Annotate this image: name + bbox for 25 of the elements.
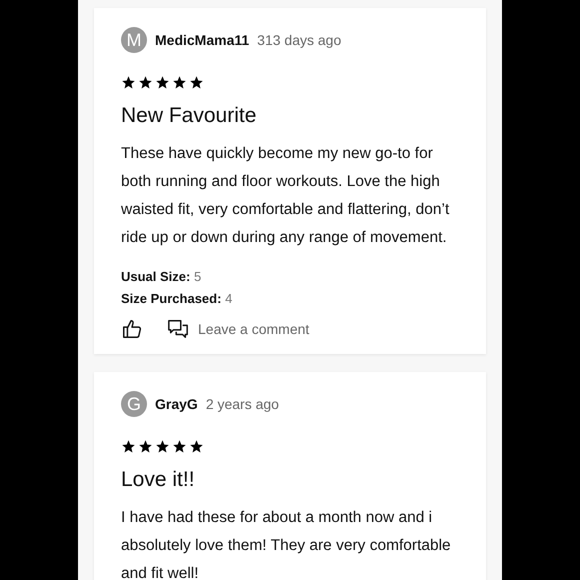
star-icon	[172, 439, 187, 454]
review-title: New Favourite	[121, 104, 258, 128]
size-detail: Usual Size: 5	[121, 268, 202, 286]
avatar: M	[121, 27, 147, 53]
thumbs-up-icon[interactable]	[121, 318, 143, 340]
review-title: Love it!!	[121, 468, 196, 492]
review-time: 2 years ago	[206, 396, 279, 412]
speech-bubbles-icon	[167, 318, 189, 340]
author-name: MedicMama11	[155, 32, 250, 48]
avatar: G	[121, 391, 147, 417]
review-text: I have had these for about a month now and i absolutely love them! They are very comfortable and fit well!	[121, 508, 452, 580]
review-time: 313 days ago	[257, 32, 342, 48]
author-name: GrayG	[155, 396, 198, 412]
star-icon	[121, 75, 136, 90]
star-icon	[189, 75, 204, 90]
star-icon	[138, 75, 153, 90]
star-icon	[189, 439, 204, 454]
star-icon	[155, 439, 170, 454]
size-detail: Size Purchased: 4	[121, 290, 234, 308]
star-icon	[155, 75, 170, 90]
star-icon	[121, 439, 136, 454]
leave-comment-button[interactable]: Leave a comment	[167, 318, 310, 340]
star-icon	[138, 439, 153, 454]
star-icon	[172, 75, 187, 90]
review-text: These have quickly become my new go-to for both running and floor workouts. Love the high waisted fit, very comfortable and flattering, don’t ride up or down during any range of movement.	[121, 144, 450, 248]
